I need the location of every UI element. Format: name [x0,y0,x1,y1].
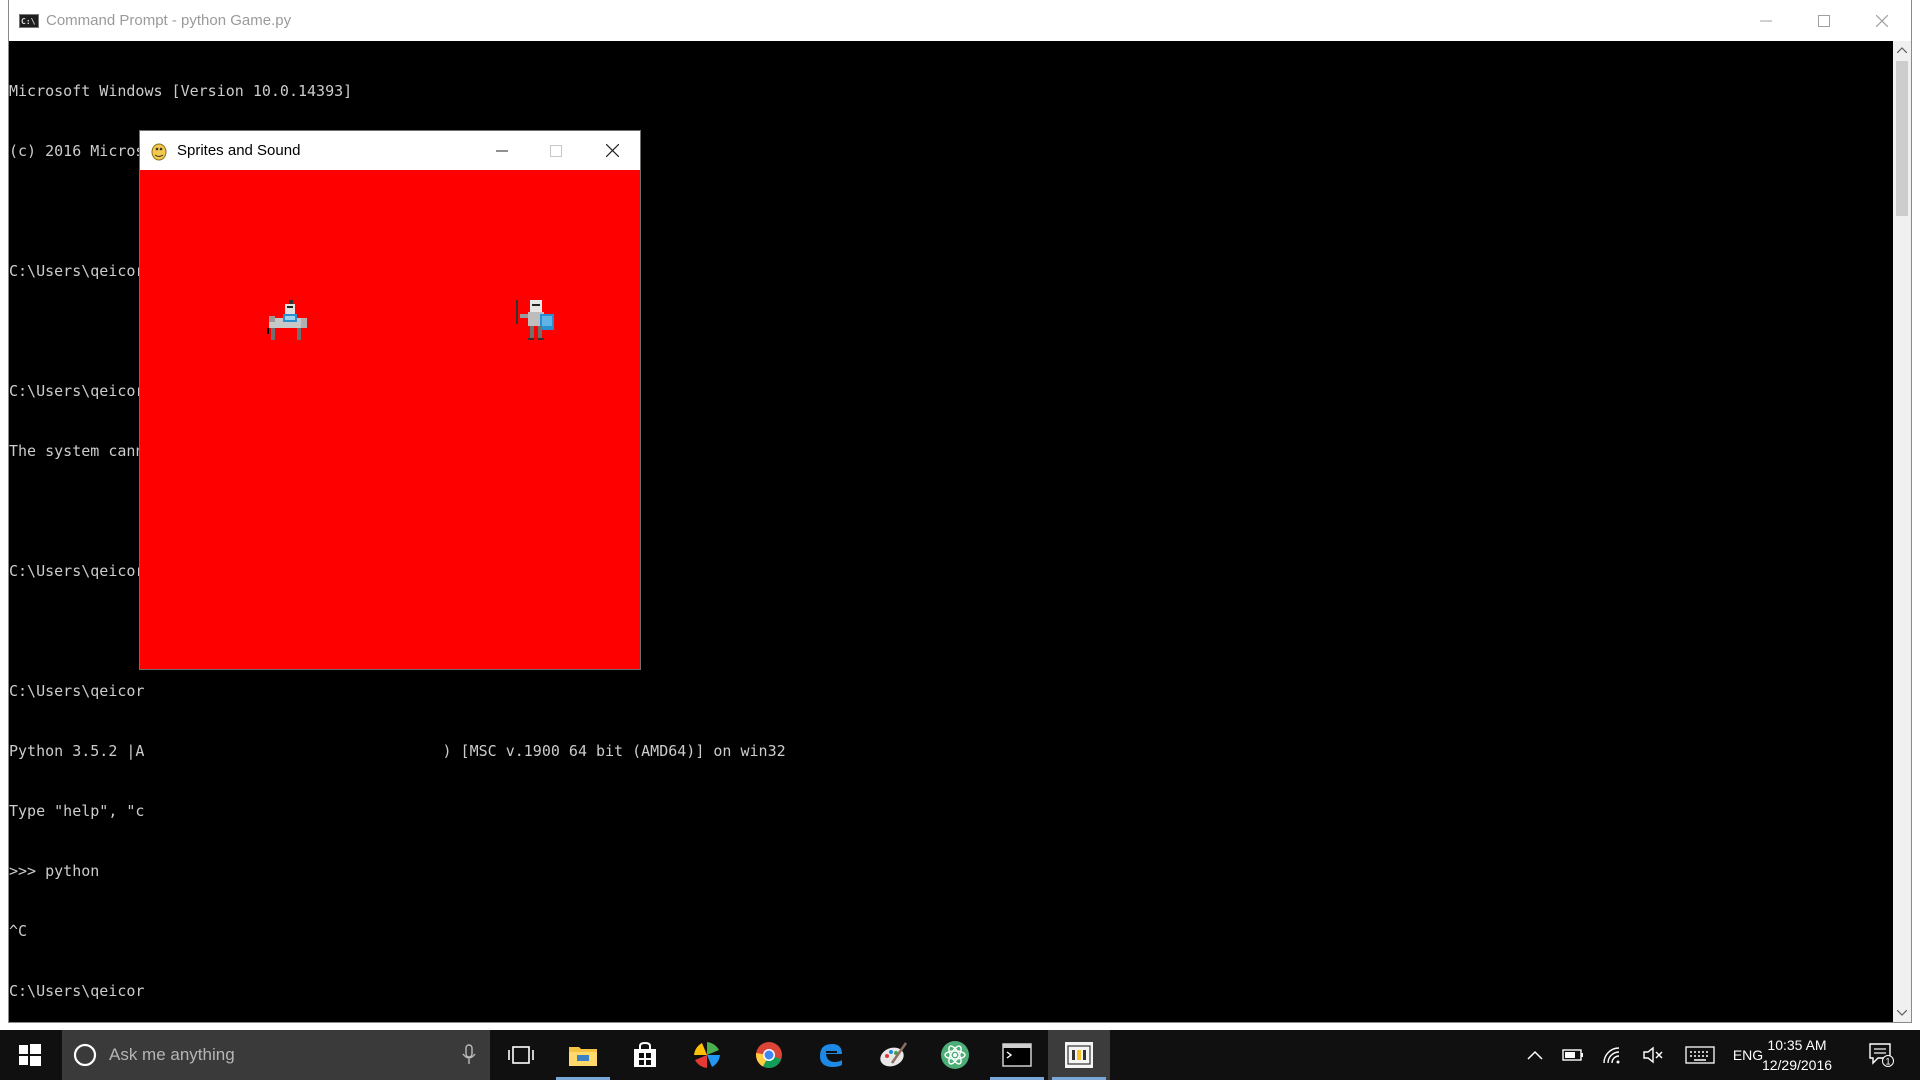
pygame-window-icon [1065,1042,1093,1068]
keyboard-icon [1685,1046,1715,1064]
cortana-circle-icon [73,1043,97,1067]
chevron-up-icon [1897,47,1907,53]
store-bag-icon [634,1042,656,1067]
taskbar-atom[interactable] [924,1030,986,1080]
console-line: ^C [9,922,28,940]
game-window-title: Sprites and Sound [177,142,301,159]
maximize-icon [1818,14,1830,27]
task-view-button[interactable] [490,1030,552,1080]
console-line: C:\Users\qeicor [9,682,145,700]
game-close-button[interactable] [584,131,640,170]
maximize-icon [550,144,562,157]
cmd-maximize-button[interactable] [1795,0,1853,41]
pinwheel-icon [694,1042,720,1068]
game-canvas[interactable] [140,170,640,669]
show-hidden-icons-button[interactable] [1520,1030,1550,1080]
task-view-icon [508,1046,534,1064]
cmd-close-button[interactable] [1853,0,1911,41]
taskbar-paint[interactable] [862,1030,924,1080]
vertical-scrollbar[interactable] [1893,41,1911,1022]
cmd-icon [1002,1043,1032,1067]
taskbar: Ask me anything ENG 10:35 AM 12/29/2016 … [0,1030,1920,1080]
cortana-search-box[interactable]: Ask me anything [62,1030,490,1080]
console-line: >>> python [9,862,100,880]
volume-button[interactable] [1638,1030,1668,1080]
paint-palette-icon [880,1042,908,1067]
cmd-window-title: Command Prompt - python Game.py [46,12,292,29]
microphone-icon[interactable] [462,1044,476,1066]
battery-button[interactable] [1558,1030,1588,1080]
notification-count: 1 [1885,1057,1890,1067]
minimize-icon [496,150,508,151]
taskbar-edge[interactable] [800,1030,862,1080]
clock-date: 12/29/2016 [1761,1057,1833,1073]
taskbar-command-prompt[interactable] [986,1030,1048,1080]
console-line: C:\Users\qeicor [9,982,145,1000]
wifi-icon [1603,1047,1620,1064]
edge-icon [820,1044,842,1067]
console-line: Python 3.5.2 |A ) [MSC v.1900 64 bit (AM… [9,742,786,760]
atom-icon [941,1041,969,1069]
taskbar-pygame-window[interactable] [1048,1030,1110,1080]
console-line: Microsoft Windows [Version 10.0.14393] [9,82,353,100]
scroll-up-button[interactable] [1893,41,1911,59]
pygame-snake-icon [151,143,167,160]
action-center-button[interactable]: 1 [1862,1030,1902,1080]
taskbar-chrome[interactable] [738,1030,800,1080]
cmd-title-bar[interactable]: C:\ Command Prompt - python Game.py [9,0,1911,41]
clock-time: 10:35 AM [1767,1037,1827,1053]
game-minimize-button[interactable] [474,131,530,170]
battery-icon [1562,1049,1583,1061]
game-window[interactable]: Sprites and Sound [139,130,641,670]
chrome-icon [756,1042,782,1068]
taskbar-file-explorer[interactable] [552,1030,614,1080]
knight-with-shield-sprite [516,300,554,340]
folder-icon [569,1047,597,1066]
game-title-bar[interactable]: Sprites and Sound [140,131,640,170]
knight-on-horse-sprite [267,300,307,340]
close-icon [1876,14,1888,27]
scrollbar-thumb[interactable] [1896,61,1908,216]
taskbar-photos-app[interactable] [676,1030,738,1080]
touch-keyboard-button[interactable] [1680,1030,1720,1080]
console-line: Type "help", "c [9,802,145,820]
clock-button[interactable]: 10:35 AM 12/29/2016 [1752,1030,1842,1080]
windows-logo-icon [19,1044,41,1066]
start-button[interactable] [0,1030,60,1080]
close-icon [605,144,619,157]
chevron-down-icon [1897,1010,1907,1016]
network-button[interactable] [1598,1030,1628,1080]
scroll-down-button[interactable] [1893,1004,1911,1022]
minimize-icon [1760,20,1772,21]
chevron-up-icon [1527,1050,1543,1060]
cmd-icon: C:\ [19,13,39,28]
search-placeholder: Ask me anything [109,1045,235,1064]
notification-icon: 1 [1869,1043,1894,1067]
speaker-muted-icon [1643,1046,1663,1064]
taskbar-store[interactable] [614,1030,676,1080]
cmd-minimize-button[interactable] [1737,0,1795,41]
game-maximize-button [528,131,584,170]
